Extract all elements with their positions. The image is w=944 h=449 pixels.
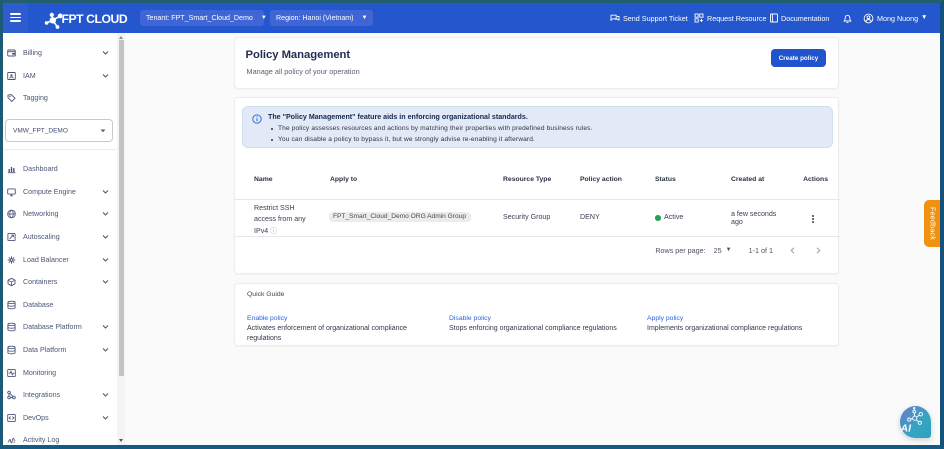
svg-text:AI: AI	[900, 423, 912, 435]
